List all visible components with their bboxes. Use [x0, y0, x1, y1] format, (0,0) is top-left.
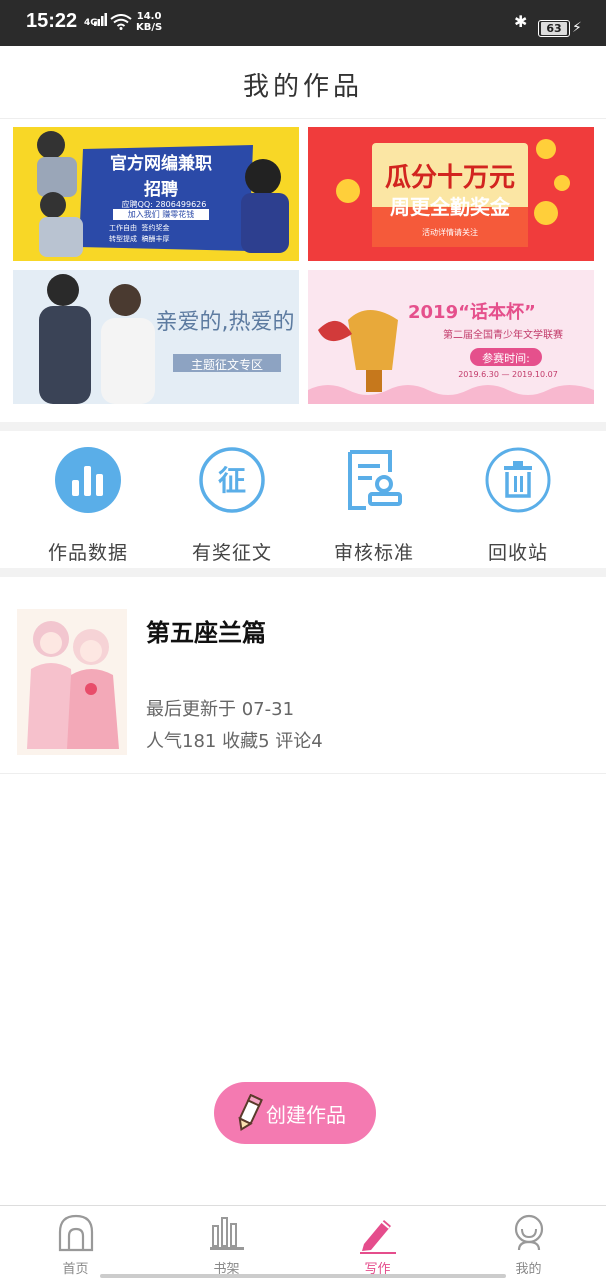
user-icon: [514, 1214, 544, 1251]
bar-chart-icon: [55, 447, 121, 513]
shortcut-review-rules[interactable]: 审核标准: [304, 444, 444, 564]
home-icon: [58, 1214, 94, 1252]
create-work-label: 创建作品: [266, 1103, 346, 1127]
banner-contest-huaben[interactable]: 2019“话本杯” 第二届全国青少年文学联赛 参赛时间: 2019.6.30 —…: [308, 270, 594, 404]
work-title: 第五座兰篇: [146, 619, 266, 647]
signal-icon: [94, 13, 107, 26]
zheng-badge-icon: 征: [199, 447, 265, 513]
svg-text:征: 征: [218, 464, 246, 497]
banner-grid: 官方网编兼职 招聘 应聘QQ: 2806499626 加入我们 赚零花钱 工作自…: [0, 118, 606, 422]
tab-writing[interactable]: 写作: [302, 1206, 453, 1281]
banner-theme-subtitle: 主题征文专区: [190, 358, 263, 372]
status-time: 15:22: [26, 10, 78, 32]
banner-bonus-title: 瓜分十万元: [384, 163, 515, 193]
banner-recruit-title: 官方网编兼职: [110, 154, 212, 174]
work-list-item[interactable]: 第五座兰篇 最后更新于 07-31 人气181 收藏5 评论4: [0, 577, 606, 774]
shortcut-work-data[interactable]: 作品数据: [18, 444, 158, 564]
gesture-bar[interactable]: [100, 1274, 506, 1278]
banner-huaben-subtitle: 第二届全国青少年文学联赛: [443, 330, 563, 341]
banner-huaben-title: 2019“话本杯”: [408, 302, 536, 323]
banner-bonus-subtitle: 周更全勤奖金: [390, 195, 510, 219]
banner-recruit-tags: 工作自由 签约奖金 转型提成 稿酬丰厚: [109, 224, 170, 243]
create-work-button[interactable]: 创建作品: [214, 1082, 376, 1144]
shortcut-essay-contest[interactable]: 征 有奖征文: [162, 444, 302, 564]
banner-huaben-button: 参赛时间:: [482, 352, 530, 365]
work-updated: 最后更新于 07-31: [146, 699, 295, 720]
shortcut-label: 审核标准: [333, 542, 414, 564]
active-tab-indicator: [360, 1252, 396, 1254]
shortcut-recycle-bin[interactable]: 回收站: [448, 444, 588, 564]
banner-contest-theme[interactable]: 亲爱的,热爱的 主题征文专区: [13, 270, 299, 404]
net-speed: 14.0 KB/S: [136, 11, 163, 33]
bottom-tab-bar: 首页 书架 写作 我的: [0, 1205, 606, 1281]
banner-theme-art: [13, 270, 299, 404]
banner-recruit-subtitle: 招聘: [144, 180, 178, 200]
review-doc-icon: [348, 450, 402, 510]
tab-bookshelf[interactable]: 书架: [151, 1206, 302, 1281]
tab-mine[interactable]: 我的: [453, 1206, 604, 1281]
title-bar: 我的作品: [0, 46, 606, 119]
work-cover: [17, 609, 127, 755]
tab-home[interactable]: 首页: [0, 1206, 151, 1281]
pencil-icon: [238, 1094, 263, 1131]
shortcut-label: 有奖征文: [191, 542, 272, 564]
shortcut-label: 回收站: [487, 542, 548, 564]
banner-huaben-dates: 2019.6.30 — 2019.10.07: [458, 370, 558, 379]
banner-theme-title: 亲爱的,热爱的: [155, 310, 295, 335]
shortcut-label: 作品数据: [47, 542, 128, 564]
banner-recruit-slogan: 加入我们 赚零花钱: [113, 209, 209, 220]
shortcut-row: 作品数据 征 有奖征文 审核标准 回收站: [0, 430, 606, 568]
battery-level: 63: [541, 22, 567, 35]
pen-icon: [362, 1220, 391, 1251]
status-bar: 15:22 4G 14.0 KB/S ✱ 63 ⚡: [0, 0, 606, 46]
section-divider: [0, 568, 606, 577]
charging-icon: ⚡: [572, 20, 582, 36]
trash-icon: [485, 447, 551, 513]
banner-bonus-note: 活动详情请关注: [422, 228, 478, 237]
work-stats: 人气181 收藏5 评论4: [146, 731, 323, 752]
wifi-icon: [110, 14, 132, 30]
banner-bonus[interactable]: 瓜分十万元 周更全勤奖金 活动详情请关注: [308, 127, 594, 261]
bluetooth-icon: ✱: [514, 12, 528, 31]
battery-icon: 63: [538, 20, 570, 37]
bookshelf-icon: [210, 1217, 244, 1250]
banner-recruit[interactable]: 官方网编兼职 招聘 应聘QQ: 2806499626 加入我们 赚零花钱 工作自…: [13, 127, 299, 261]
page-title: 我的作品: [242, 72, 363, 102]
